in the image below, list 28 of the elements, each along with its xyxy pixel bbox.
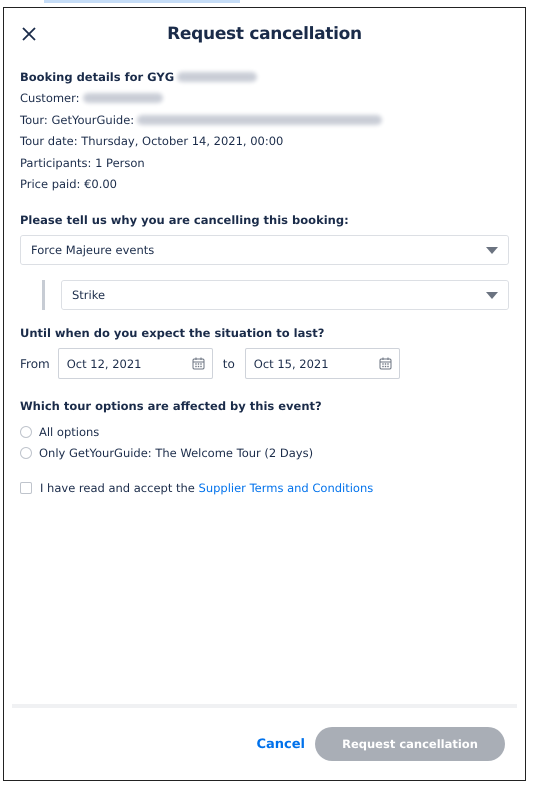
reason-dropdown[interactable]: Force Majeure events [20, 235, 509, 265]
dropdown-caret-icon [486, 246, 498, 254]
from-date-field[interactable]: Oct 12, 2021 [58, 348, 213, 379]
calendar-icon [378, 357, 392, 370]
terms-text: I have read and accept the Supplier Terms and Conditions [40, 481, 374, 495]
duration-question: Until when do you expect the situation to last? [20, 326, 326, 340]
sub-reason-dropdown[interactable]: Strike [61, 280, 509, 310]
radio-button[interactable] [20, 426, 32, 438]
booking-detail: Tour: GetYourGuide: [20, 112, 134, 127]
from-label: From [20, 356, 50, 370]
booking-detail: Customer: [20, 91, 80, 106]
cancel-link[interactable]: Cancel [256, 732, 305, 756]
radio-label[interactable]: All options [39, 424, 100, 439]
dropdown-caret-icon [486, 292, 498, 298]
to-label: to [222, 356, 235, 370]
booking-detail: Tour date: Thursday, October 14, 2021, 00:00 [20, 134, 284, 148]
reason-question: Please tell us why you are cancelling this booking: [20, 213, 350, 227]
to-date-field[interactable]: Oct 15, 2021 [244, 348, 400, 379]
terms-checkbox[interactable] [20, 482, 32, 494]
radio-button[interactable] [20, 447, 32, 460]
radio-label[interactable]: Only GetYourGuide: The Welcome Tour (2 Days) [39, 446, 314, 460]
options-question: Which tour options are affected by this event? [20, 399, 323, 413]
booking-detail: Participants: 1 Person [20, 156, 145, 170]
booking-heading: Booking details for GYG [20, 70, 174, 84]
calendar-icon [192, 357, 205, 370]
terms-link[interactable]: Supplier Terms and Conditions [198, 481, 374, 495]
booking-detail: Price paid: €0.00 [20, 177, 118, 192]
dialog-title: Request cancellation [166, 24, 363, 44]
